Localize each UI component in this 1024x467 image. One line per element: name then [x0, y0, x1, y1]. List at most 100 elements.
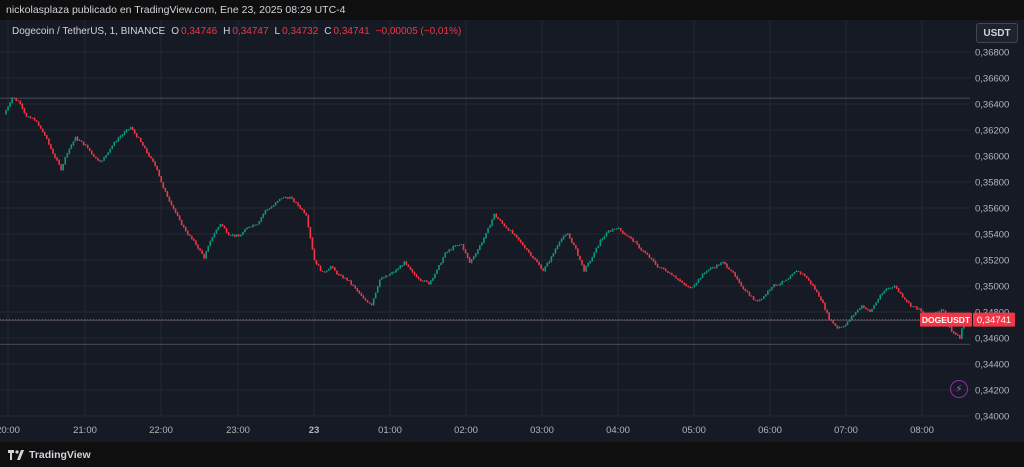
- candle-body: [622, 230, 624, 234]
- candle-body: [779, 283, 781, 285]
- candle-body: [425, 280, 428, 282]
- y-tick-label: 0,34600: [975, 334, 1009, 345]
- candle-body: [240, 234, 242, 237]
- candle-body: [164, 187, 167, 192]
- x-tick-label: 02:00: [454, 425, 478, 436]
- lightning-icon[interactable]: ⚡: [950, 380, 968, 398]
- candle-body: [411, 269, 414, 273]
- candle-body: [35, 120, 38, 122]
- candle-body: [746, 291, 749, 293]
- candle-body: [681, 281, 683, 283]
- candle-body: [233, 234, 236, 237]
- candle-body: [732, 271, 734, 273]
- candle-body: [397, 268, 399, 270]
- candle-body: [189, 234, 191, 236]
- candle-body: [615, 228, 618, 230]
- currency-button[interactable]: USDT: [976, 23, 1018, 43]
- symbol-tag-label: DOGEUSDT: [922, 315, 971, 325]
- candle-body: [209, 240, 212, 247]
- candle-body: [544, 266, 547, 271]
- candle-body: [19, 101, 22, 104]
- candle-body: [293, 198, 295, 203]
- candle-body: [248, 226, 250, 228]
- x-tick-label: 03:00: [530, 425, 554, 436]
- candle-body: [76, 136, 79, 141]
- candle-body: [742, 286, 745, 289]
- candle-body: [736, 276, 739, 280]
- candle-body: [162, 182, 165, 188]
- candle-body: [52, 148, 54, 155]
- candle-body: [66, 153, 69, 158]
- candle-body: [789, 276, 792, 279]
- candle-body: [387, 275, 389, 277]
- price-chart[interactable]: 0,36800 0,36600 0,36400 0,36200 0,36000 0,358…: [0, 20, 1024, 442]
- candle-body: [370, 303, 373, 305]
- candle-body: [313, 249, 316, 261]
- candle-body: [90, 150, 93, 155]
- candle-body: [195, 240, 197, 245]
- x-tick-label: 08:00: [910, 425, 934, 436]
- candle-body: [556, 245, 559, 250]
- candle-body: [570, 237, 573, 243]
- candle-body: [329, 266, 332, 270]
- candle-body: [611, 229, 614, 232]
- candle-body: [72, 141, 75, 146]
- candle-body: [172, 205, 175, 209]
- candle-body: [805, 276, 808, 279]
- candle-body: [552, 253, 555, 257]
- candle-body: [560, 238, 563, 242]
- candle-body: [264, 210, 267, 214]
- candle-body: [777, 284, 779, 286]
- candle-body: [856, 309, 859, 313]
- candle-body: [297, 202, 299, 206]
- candle-body: [256, 224, 259, 226]
- candle-body: [340, 274, 342, 276]
- candle-body: [199, 248, 201, 251]
- candle-body: [366, 300, 369, 303]
- candle-body: [664, 269, 667, 272]
- candle-body: [344, 277, 346, 279]
- candle-body: [487, 228, 489, 233]
- candle-body: [867, 308, 869, 310]
- y-tick-label: 0,36200: [975, 126, 1009, 137]
- candle-body: [280, 198, 283, 199]
- candle-body: [227, 232, 230, 236]
- candle-body: [184, 226, 187, 232]
- candle-body: [901, 293, 904, 298]
- candle-body: [44, 132, 46, 136]
- candle-body: [193, 239, 195, 241]
- candle-body: [481, 242, 483, 246]
- chart-area[interactable]: Dogecoin / TetherUS, 1, BINANCE O 0,34746…: [0, 20, 1024, 442]
- candle-body: [430, 280, 432, 285]
- candle-body: [405, 261, 408, 265]
- candle-body: [709, 267, 712, 270]
- candle-body: [470, 259, 473, 263]
- candle-body: [311, 237, 314, 250]
- candle-body: [452, 245, 455, 250]
- candle-body: [221, 224, 224, 227]
- candle-body: [309, 227, 312, 238]
- candle-body: [462, 244, 465, 250]
- candle-body: [558, 241, 561, 246]
- y-tick-label: 0,36400: [975, 100, 1009, 111]
- candle-body: [952, 331, 955, 334]
- candle-body: [887, 287, 890, 289]
- candle-body: [875, 302, 877, 306]
- candle-body: [213, 233, 216, 238]
- candle-body: [685, 284, 687, 287]
- candle-body: [562, 236, 565, 239]
- candle-body: [914, 306, 916, 308]
- candle-body: [642, 250, 645, 252]
- candle-body: [15, 98, 18, 101]
- candle-body: [905, 299, 908, 302]
- candle-body: [624, 233, 626, 235]
- candle-body: [499, 219, 502, 221]
- candle-body: [587, 262, 589, 267]
- candle-body: [526, 248, 528, 250]
- candle-body: [95, 156, 97, 159]
- candle-body: [826, 309, 828, 313]
- candle-body: [869, 309, 871, 312]
- high-value: 0,34747: [232, 26, 269, 37]
- candle-body: [401, 265, 404, 267]
- candle-body: [607, 230, 610, 233]
